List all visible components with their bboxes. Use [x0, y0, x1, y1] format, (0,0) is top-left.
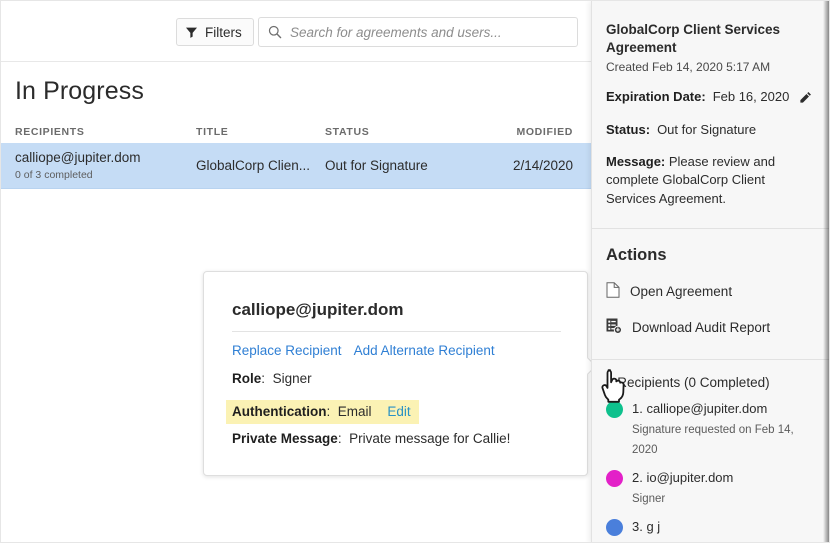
recipient-meta: Signature requested on Feb 14, 2020 — [632, 424, 794, 457]
page-title: In Progress — [15, 77, 144, 105]
search-input[interactable] — [290, 24, 568, 40]
popup-role-label: Role — [232, 371, 262, 386]
agreement-created-date: Created Feb 14, 2020 5:17 AM — [606, 60, 771, 75]
message-label: Message: — [606, 154, 666, 169]
recipient-list-item[interactable]: 2. io@jupiter.dom Signer — [606, 468, 815, 508]
open-agreement-label: Open Agreement — [630, 284, 733, 300]
actions-heading: Actions — [606, 246, 667, 265]
cell-recipients: calliope@jupiter.dom 0 of 3 completed — [15, 150, 196, 181]
popup-role-row: Role: Signer — [232, 371, 312, 386]
cell-modified: 2/14/2020 — [512, 158, 573, 173]
popup-private-message-value: Private message for Callie! — [349, 431, 511, 446]
download-audit-report-action[interactable]: Download Audit Report — [606, 318, 815, 337]
column-header-status: STATUS — [325, 126, 370, 138]
avatar — [606, 470, 623, 488]
document-icon — [606, 282, 620, 301]
table-header-row: RECIPIENTS TITLE STATUS MODIFIED — [1, 121, 593, 143]
main-content-area: Filters In Progress RECIPIENTS TITLE STA… — [1, 1, 597, 542]
recipients-list: 1. calliope@jupiter.dom Signature reques… — [606, 399, 815, 542]
avatar — [606, 519, 623, 537]
agreements-table: RECIPIENTS TITLE STATUS MODIFIED calliop… — [1, 121, 593, 189]
recipient-name: 3. g j — [632, 519, 661, 535]
expiration-date-row: Expiration Date: Feb 16, 2020 — [606, 88, 815, 106]
status-row: Status: Out for Signature — [606, 121, 815, 139]
audit-report-icon — [606, 318, 622, 337]
expiration-date-label: Expiration Date: — [606, 89, 706, 105]
avatar — [606, 401, 623, 419]
popup-recipient-email: calliope@jupiter.dom — [232, 300, 404, 319]
cell-recipient-email: calliope@jupiter.dom — [15, 150, 141, 166]
replace-recipient-link[interactable]: Replace Recipient — [232, 343, 342, 358]
table-row[interactable]: calliope@jupiter.dom 0 of 3 completed Gl… — [1, 143, 593, 189]
recipient-list-item[interactable]: 1. calliope@jupiter.dom Signature reques… — [606, 399, 815, 459]
recipient-details-popup: calliope@jupiter.dom Replace Recipient A… — [203, 271, 597, 476]
recipients-section: 3 Recipients (0 Completed) 1. calliope@j… — [592, 360, 829, 542]
toolbar: Filters — [1, 1, 593, 62]
add-alternate-recipient-link[interactable]: Add Alternate Recipient — [354, 343, 495, 358]
cell-title: GlobalCorp Clien... — [196, 158, 311, 173]
search-icon — [268, 25, 282, 39]
message-row: Message: Please review and complete Glob… — [606, 153, 815, 208]
edit-authentication-link[interactable]: Edit — [387, 404, 410, 419]
application-window: Filters In Progress RECIPIENTS TITLE STA… — [0, 0, 830, 543]
download-audit-report-label: Download Audit Report — [632, 320, 771, 336]
filters-button[interactable]: Filters — [176, 18, 254, 46]
column-header-title: TITLE — [196, 126, 229, 138]
status-label: Status: — [606, 121, 651, 137]
open-agreement-action[interactable]: Open Agreement — [606, 282, 815, 301]
recipient-list-item[interactable]: 3. g j Signer — [606, 517, 815, 542]
agreement-title: GlobalCorp Client Services Agreement — [606, 22, 781, 55]
pencil-icon[interactable] — [799, 91, 812, 104]
search-box[interactable] — [258, 17, 578, 47]
popup-authentication-row: Authentication: Email Edit — [226, 400, 419, 424]
popup-auth-value: Email — [337, 404, 372, 419]
recipient-name: 2. io@jupiter.dom — [632, 470, 734, 486]
cell-status: Out for Signature — [325, 158, 428, 173]
column-header-modified: MODIFIED — [516, 126, 573, 138]
popup-divider — [232, 331, 561, 332]
popup-private-message-row: Private Message: Private message for Cal… — [232, 431, 511, 446]
status-value: Out for Signature — [657, 121, 757, 137]
recipient-name: 1. calliope@jupiter.dom — [632, 401, 768, 417]
agreement-summary-section: GlobalCorp Client Services Agreement Cre… — [592, 1, 829, 208]
column-header-recipients: RECIPIENTS — [15, 126, 85, 138]
popup-role-value: Signer — [272, 371, 312, 386]
funnel-icon — [185, 26, 198, 39]
expiration-date-value: Feb 16, 2020 — [712, 89, 790, 105]
recipient-meta: Signer — [632, 493, 666, 506]
popup-auth-label: Authentication — [232, 404, 327, 419]
actions-section: Actions Open Agreement Download Audit Re… — [592, 229, 829, 359]
popup-private-message-label: Private Message — [232, 431, 338, 446]
recipients-heading: 3 Recipients (0 Completed) — [606, 375, 770, 391]
details-side-panel: GlobalCorp Client Services Agreement Cre… — [591, 1, 829, 542]
filters-button-label: Filters — [205, 24, 242, 40]
cell-recipient-progress: 0 of 3 completed — [15, 168, 93, 181]
actions-spacer — [606, 337, 815, 359]
popup-action-links: Replace Recipient Add Alternate Recipien… — [232, 343, 495, 358]
